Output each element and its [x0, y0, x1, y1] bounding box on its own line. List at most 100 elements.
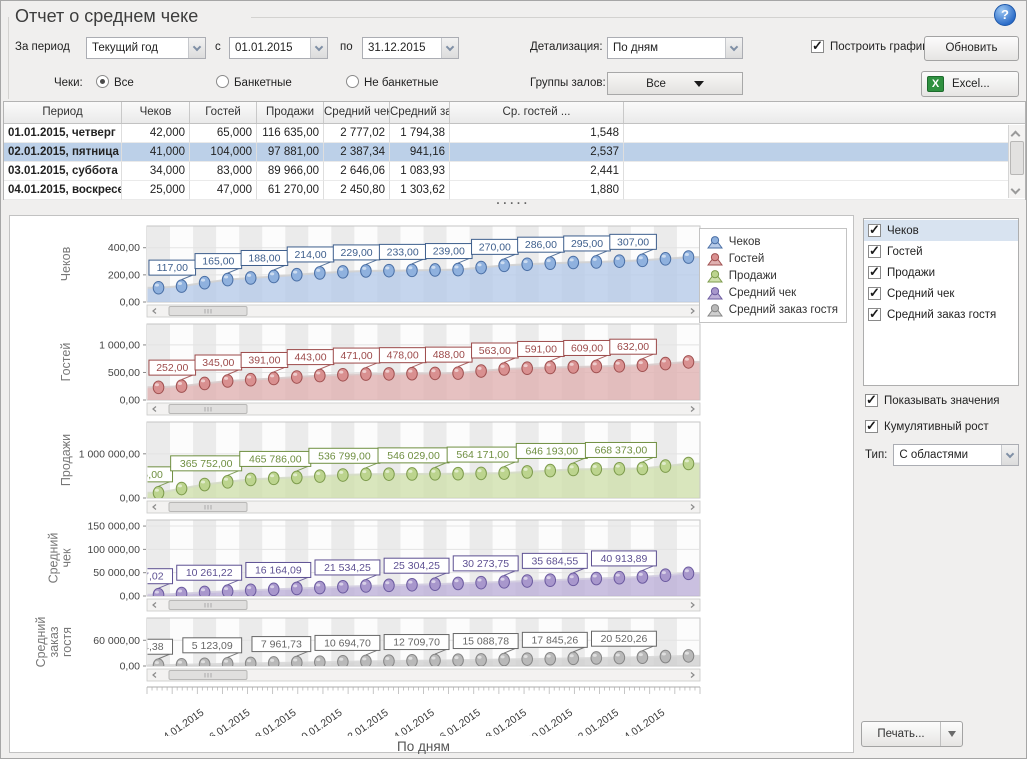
table-row[interactable]: 01.01.2015, четверг42,00065,000116 635,0… — [4, 124, 1025, 143]
svg-text:546 029,00: 546 029,00 — [387, 450, 440, 462]
table-cell: 941,16 — [390, 143, 450, 162]
table-row[interactable]: 03.01.2015, суббота34,00083,00089 966,00… — [4, 162, 1025, 181]
table-cell: 65,000 — [190, 124, 257, 143]
series-checklist-item[interactable]: Продажи — [864, 262, 1018, 283]
svg-text:25 304,25: 25 304,25 — [393, 560, 440, 572]
series-checklist-item[interactable]: Чеков — [864, 220, 1018, 241]
table-header-cell[interactable]: Ср. гостей ... — [450, 102, 624, 123]
svg-text:117,00: 117,00 — [157, 262, 188, 274]
help-icon[interactable]: ? — [994, 4, 1016, 26]
table-header-cell[interactable]: Период — [4, 102, 122, 123]
series-checklist-label: Гостей — [887, 246, 923, 258]
chart-scrollbar[interactable] — [147, 403, 700, 415]
table-cell: 04.01.2015, воскресе... — [4, 181, 122, 200]
x-axis-title: По дням — [147, 739, 700, 754]
table-header-cell[interactable]: Средний чек — [324, 102, 390, 123]
table-cell: 2,441 — [450, 162, 624, 181]
x-axis-tick-label: 10.01.2015 — [295, 707, 345, 736]
svg-text:536 799,00: 536 799,00 — [318, 450, 371, 462]
print-dropdown-arrow-icon — [940, 722, 962, 746]
cumulative-checkbox[interactable] — [865, 420, 878, 433]
from-label: с — [215, 41, 221, 53]
checks-label: Чеки: — [54, 77, 83, 89]
radio-checks-nonbanquet[interactable] — [346, 75, 359, 88]
svg-text:60 000,00: 60 000,00 — [93, 635, 140, 647]
svg-text:165,00: 165,00 — [202, 256, 234, 268]
svg-text:20 520,26: 20 520,26 — [601, 633, 648, 645]
legend-area-icon — [706, 286, 724, 300]
legend-item: Гостей — [706, 250, 838, 267]
table-header-cell[interactable]: Чеков — [122, 102, 190, 123]
series-checkbox[interactable] — [868, 224, 881, 237]
right-panel: Чеков Гостей ПродажиСредний чекСредний зак… — [859, 215, 1024, 753]
scroll-up-icon[interactable] — [1012, 128, 1021, 137]
radio-checks-all-label: Все — [114, 77, 134, 89]
table-header-cell[interactable]: Средний за... — [390, 102, 450, 123]
series-checkbox[interactable] — [868, 287, 881, 300]
table-header-cell[interactable]: Продажи — [257, 102, 324, 123]
svg-text:Чеков: Чеков — [59, 246, 73, 281]
chart-scrollbar[interactable] — [147, 305, 700, 317]
svg-text:35 684,55: 35 684,55 — [531, 555, 578, 567]
table-cell: 2 387,34 — [324, 143, 390, 162]
build-chart-checkbox[interactable] — [811, 40, 824, 53]
table-cell-filler — [624, 181, 1025, 200]
svg-text:609,00: 609,00 — [571, 342, 603, 354]
detail-select[interactable]: По дням — [607, 37, 743, 59]
svg-text:50 000,00: 50 000,00 — [93, 567, 140, 579]
svg-text:188,00: 188,00 — [248, 252, 280, 264]
svg-text:471,00: 471,00 — [341, 350, 373, 362]
period-select[interactable]: Текущий год — [86, 37, 206, 59]
table-cell: 1 794,38 — [390, 124, 450, 143]
table-scrollbar[interactable] — [1008, 125, 1025, 198]
svg-text:646 193,00: 646 193,00 — [525, 445, 578, 457]
legend-area-icon — [706, 303, 724, 317]
splitter-handle[interactable]: ····· — [1, 200, 1026, 213]
scroll-down-icon[interactable] — [1012, 186, 1021, 195]
x-axis-tick-label: 08.01.2015 — [249, 707, 299, 736]
legend-item-label: Средний чек — [729, 287, 796, 299]
type-select[interactable]: С областями — [893, 444, 1019, 466]
legend-area-icon — [706, 269, 724, 283]
period-label: За период — [15, 41, 70, 53]
series-checklist-item[interactable]: Гостей — [864, 241, 1018, 262]
show-values-checkbox[interactable] — [865, 394, 878, 407]
chart-2: Гостей0,00500,001 000,00252,00345,00391,… — [10, 322, 853, 416]
svg-text:229,00: 229,00 — [341, 247, 373, 259]
svg-text:40 913,89: 40 913,89 — [601, 553, 648, 565]
legend-item: Продажи — [706, 267, 838, 284]
to-label: по — [340, 41, 353, 53]
excel-button[interactable]: X Excel... — [921, 71, 1019, 97]
charts-panel: Чеков0,00200,00400,00117,00165,00188,002… — [9, 215, 854, 753]
legend-area-icon — [706, 252, 724, 266]
series-checkbox[interactable] — [868, 308, 881, 321]
chart-scrollbar[interactable] — [147, 501, 700, 513]
halls-dropdown[interactable]: Все — [607, 72, 743, 95]
halls-label: Группы залов: — [530, 77, 606, 89]
scrollbar-thumb[interactable] — [1010, 141, 1024, 175]
svg-text:365 752,00: 365 752,00 — [180, 458, 233, 470]
print-button[interactable]: Печать... — [861, 721, 963, 747]
series-checkbox[interactable] — [868, 245, 881, 258]
x-axis-tick-label: 06.01.2015 — [202, 707, 252, 736]
radio-checks-all[interactable] — [96, 75, 109, 88]
svg-text:0,00: 0,00 — [120, 297, 141, 309]
table-row[interactable]: 02.01.2015, пятница41,000104,00097 881,0… — [4, 143, 1025, 162]
table-header-cell[interactable]: Гостей — [190, 102, 257, 123]
table-cell: 2 777,02 — [324, 124, 390, 143]
svg-text:345,00: 345,00 — [202, 357, 234, 369]
table-header-filler — [624, 102, 1025, 123]
chart-3: Продажи0,001 000 000,00116 635,00365 752… — [10, 420, 853, 514]
series-checklist-label: Чеков — [887, 225, 919, 237]
chart-scrollbar[interactable] — [147, 599, 700, 611]
radio-checks-banquet[interactable] — [216, 75, 229, 88]
series-checklist-item[interactable]: Средний заказ гостя — [864, 304, 1018, 325]
date-to-select[interactable]: 31.12.2015 — [362, 37, 459, 59]
series-checklist-item[interactable]: Средний чек — [864, 283, 1018, 304]
table-cell: 01.01.2015, четверг — [4, 124, 122, 143]
chart-scrollbar[interactable] — [147, 669, 700, 681]
series-checkbox[interactable] — [868, 266, 881, 279]
refresh-button[interactable]: Обновить — [924, 36, 1019, 61]
date-from-select[interactable]: 01.01.2015 — [229, 37, 328, 59]
svg-text:270,00: 270,00 — [479, 241, 511, 253]
